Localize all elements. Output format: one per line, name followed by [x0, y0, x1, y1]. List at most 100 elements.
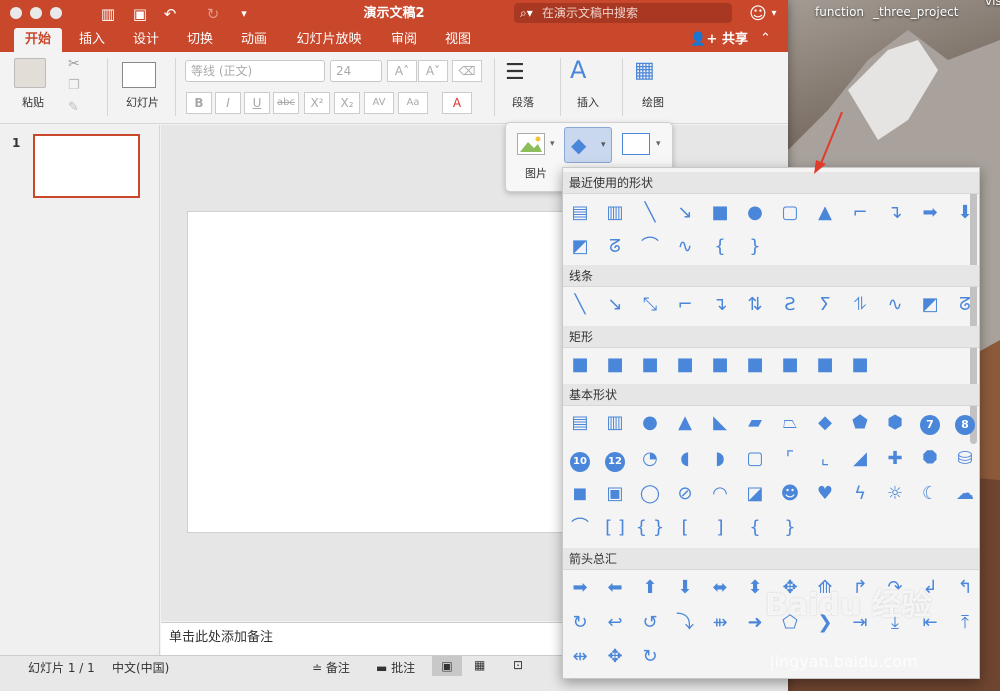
paste-icon[interactable] [14, 58, 46, 88]
frame-shape-icon[interactable]: ▢ [740, 444, 770, 474]
left-right-callout-arrow-shape-icon[interactable]: ⇹ [565, 642, 595, 672]
snip-round-rectangle-shape-icon[interactable]: ■ [740, 350, 770, 380]
arrow-line-shape-icon[interactable]: ↘ [670, 198, 700, 228]
desktop-file-label[interactable]: vis [985, 0, 1000, 8]
right-arrow-shape-icon[interactable]: ➡ [915, 198, 945, 228]
oval-shape-icon[interactable]: ● [635, 408, 665, 438]
down-arrow-shape-icon[interactable]: ⬇ [950, 198, 979, 228]
slide-canvas[interactable] [187, 211, 607, 533]
scribble-shape-icon[interactable]: ᘔ [950, 290, 979, 320]
freeform-shape-icon[interactable]: ◩ [915, 290, 945, 320]
format-painter-icon[interactable]: ✎ [68, 100, 79, 115]
round-same-side-rectangle-shape-icon[interactable]: ■ [810, 350, 840, 380]
slide-thumbnail[interactable] [33, 134, 140, 198]
collapse-ribbon-icon[interactable]: ⌃ [760, 31, 771, 46]
half-frame-shape-icon[interactable]: ⌜ [775, 444, 805, 474]
textbox-icon[interactable] [622, 133, 650, 155]
copy-icon[interactable]: ❐ [68, 78, 80, 93]
cloud-shape-icon[interactable]: ☁ [950, 479, 979, 509]
teardrop-shape-icon[interactable]: ◗ [705, 444, 735, 474]
insert-button[interactable]: 插入 [577, 94, 599, 110]
heart-shape-icon[interactable]: ♥ [810, 479, 840, 509]
italic-button[interactable]: I [215, 92, 241, 114]
elbow-double-arrow-shape-icon[interactable]: ⇅ [740, 290, 770, 320]
right-bracket-shape-icon[interactable]: ] [705, 513, 735, 543]
right-triangle-shape-icon[interactable]: ◣ [705, 408, 735, 438]
right-arrow-shape-icon[interactable]: ➡ [565, 573, 595, 603]
l-shape-icon[interactable]: ⌞ [810, 444, 840, 474]
curve-shape-icon[interactable]: ∿ [670, 232, 700, 262]
striped-right-arrow-shape-icon[interactable]: ⇻ [705, 608, 735, 638]
vertical-textbox-shape-icon[interactable]: ▥ [600, 198, 630, 228]
clear-format-button[interactable]: ⌫ [452, 60, 482, 82]
textbox-shape-icon[interactable]: ▤ [565, 408, 595, 438]
arrow-line-shape-icon[interactable]: ↘ [600, 290, 630, 320]
tab-slideshow[interactable]: 幻灯片放映 [288, 28, 370, 52]
snip-same-side-rectangle-shape-icon[interactable]: ■ [670, 350, 700, 380]
slides-button[interactable]: 幻灯片 [126, 94, 159, 110]
chevron-down-icon[interactable]: ▾ [764, 4, 784, 24]
change-case-button[interactable]: Aa [398, 92, 428, 114]
curved-down-arrow-shape-icon[interactable]: ⤵ [670, 608, 700, 638]
rounded-rectangle-shape-icon[interactable]: ■ [600, 350, 630, 380]
arc-shape-icon[interactable]: ⌒ [565, 513, 595, 543]
right-brace-shape-icon[interactable]: } [740, 232, 770, 262]
heptagon-shape-icon[interactable]: 7 [915, 408, 945, 438]
block-arc-shape-icon[interactable]: ◠ [705, 479, 735, 509]
curved-double-arrow-shape-icon[interactable]: ⥮ [845, 290, 875, 320]
oval-shape-icon[interactable]: ● [740, 198, 770, 228]
desktop-file-label[interactable]: _three_project [873, 5, 958, 19]
snip-corner-rectangle-shape-icon[interactable]: ■ [635, 350, 665, 380]
tab-design[interactable]: 设计 [122, 28, 170, 52]
elbow-connector-shape-icon[interactable]: ⌐ [670, 290, 700, 320]
curved-arrow-shape-icon[interactable]: ⵢ [810, 290, 840, 320]
bevel-shape-icon[interactable]: ▣ [600, 479, 630, 509]
up-callout-arrow-shape-icon[interactable]: ⤒ [950, 608, 979, 638]
tab-view[interactable]: 视图 [434, 28, 482, 52]
vertical-textbox-shape-icon[interactable]: ▥ [600, 408, 630, 438]
quad-callout-arrow-shape-icon[interactable]: ✥ [600, 642, 630, 672]
round-corner-rectangle-shape-icon[interactable]: ■ [775, 350, 805, 380]
down-arrow-shape-icon[interactable]: ⬇ [670, 573, 700, 603]
subscript-button[interactable]: X₂ [334, 92, 360, 114]
textbox-shape-icon[interactable]: ▤ [565, 198, 595, 228]
align-text-icon[interactable]: ☰ [505, 60, 525, 85]
rectangle-shape-icon[interactable]: ■ [705, 198, 735, 228]
bold-button[interactable]: B [186, 92, 212, 114]
tab-review[interactable]: 审阅 [380, 28, 428, 52]
picture-icon[interactable] [517, 133, 545, 155]
new-slide-icon[interactable] [122, 62, 156, 88]
rounded-rectangle-shape-icon[interactable]: ▢ [775, 198, 805, 228]
curved-right-arrow-shape-icon[interactable]: ↻ [565, 608, 595, 638]
no-symbol-shape-icon[interactable]: ⊘ [670, 479, 700, 509]
elbow-connector-shape-icon[interactable]: ⌐ [845, 198, 875, 228]
insert-shapes-icon[interactable]: A [570, 56, 586, 84]
drawing-icon[interactable]: ▦ [634, 58, 655, 83]
bent-up-arrow-shape-icon[interactable]: ↰ [950, 573, 979, 603]
scribble-shape-icon[interactable]: ᘔ [600, 232, 630, 262]
line-shape-icon[interactable]: ╲ [565, 290, 595, 320]
curved-connector-shape-icon[interactable]: Ƨ [775, 290, 805, 320]
paragraph-button[interactable]: 段落 [512, 94, 534, 110]
cube-shape-icon[interactable]: ◼ [565, 479, 595, 509]
arc-shape-icon[interactable]: ⌒ [635, 232, 665, 262]
slide-sorter-icon[interactable]: ▦ [474, 658, 485, 672]
elbow-arrow-shape-icon[interactable]: ↴ [705, 290, 735, 320]
double-brace-shape-icon[interactable]: { } [635, 513, 665, 543]
comments-toggle[interactable]: ▬ 批注 [376, 659, 415, 676]
pie-shape-icon[interactable]: ◔ [635, 444, 665, 474]
hexagon-shape-icon[interactable]: ⬢ [880, 408, 910, 438]
chord-shape-icon[interactable]: ◖ [670, 444, 700, 474]
curve-shape-icon[interactable]: ∿ [880, 290, 910, 320]
elbow-arrow-shape-icon[interactable]: ↴ [880, 198, 910, 228]
underline-button[interactable]: U [244, 92, 270, 114]
left-right-arrow-shape-icon[interactable]: ⬌ [705, 573, 735, 603]
round-diagonal-rectangle-shape-icon[interactable]: ■ [845, 350, 875, 380]
tab-home[interactable]: 开始 [14, 28, 62, 52]
triangle-shape-icon[interactable]: ▲ [670, 408, 700, 438]
shrink-font-button[interactable]: A˅ [418, 60, 448, 82]
shapes-button[interactable]: ◆ ▾ [564, 127, 612, 163]
strikethrough-button[interactable]: abc [273, 92, 299, 114]
left-brace-shape-icon[interactable]: { [705, 232, 735, 262]
font-size-select[interactable]: 24 [330, 60, 382, 82]
